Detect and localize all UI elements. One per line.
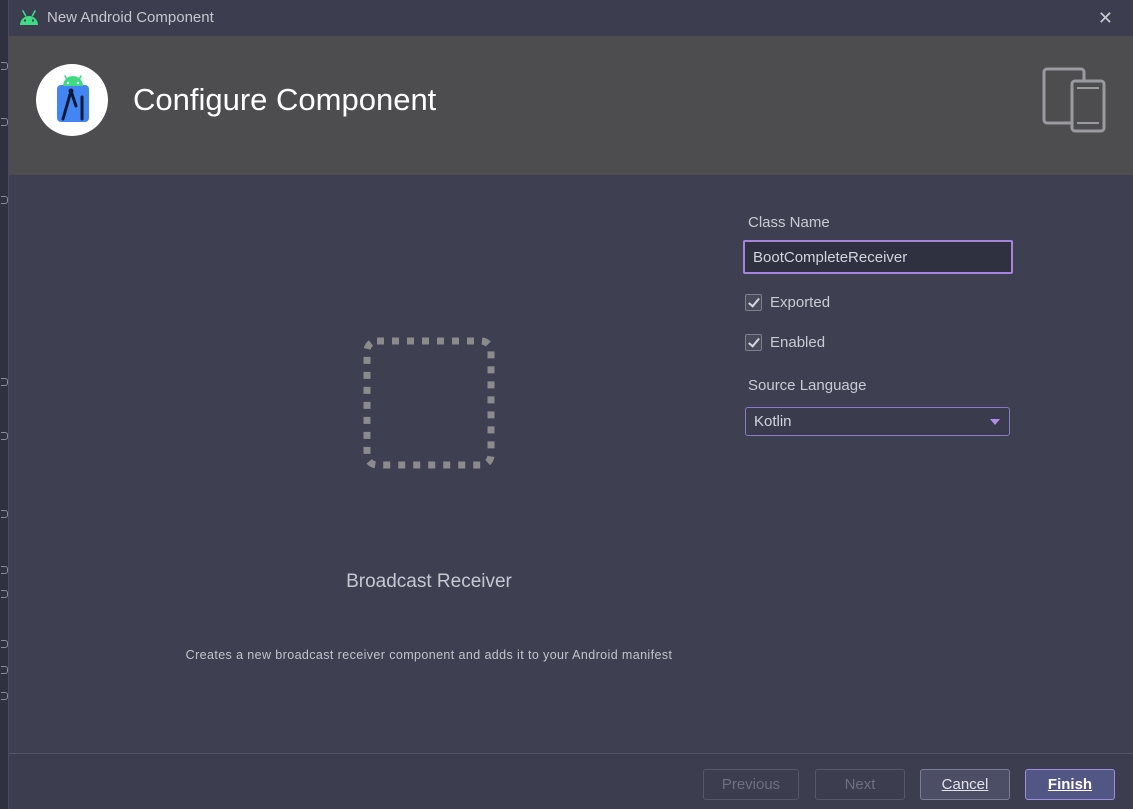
exported-checkbox[interactable] — [745, 294, 762, 311]
gutter-fold-marker — [1, 640, 8, 648]
gutter-fold-marker — [1, 566, 8, 574]
gutter-fold-marker — [1, 196, 8, 204]
header-banner: Configure Component — [9, 36, 1133, 175]
close-icon[interactable]: ✕ — [1098, 8, 1113, 29]
source-language-value: Kotlin — [754, 413, 792, 430]
source-language-select[interactable]: Kotlin — [745, 407, 1010, 436]
dialog-title: New Android Component — [47, 9, 214, 26]
enabled-label: Enabled — [770, 334, 826, 351]
source-language-label: Source Language — [748, 377, 867, 394]
gutter-fold-marker — [1, 378, 8, 386]
gutter-fold-marker — [1, 118, 8, 126]
exported-label: Exported — [770, 294, 831, 311]
previous-button[interactable]: Previous — [703, 769, 799, 800]
exported-checkbox-row[interactable]: Exported — [745, 294, 830, 311]
finish-button-label: Finish — [1047, 776, 1093, 793]
component-name: Broadcast Receiver — [346, 571, 512, 592]
android-icon — [20, 10, 38, 25]
class-name-label: Class Name — [748, 214, 830, 231]
gutter-fold-marker — [1, 692, 8, 700]
cancel-button[interactable]: Cancel — [920, 769, 1010, 800]
chevron-down-icon — [990, 419, 1000, 425]
finish-button[interactable]: Finish — [1025, 769, 1115, 800]
component-preview-placeholder-icon — [363, 337, 495, 469]
gutter-fold-marker — [1, 432, 8, 440]
dialog-content: Broadcast Receiver Creates a new broadca… — [9, 175, 1133, 753]
gutter-fold-marker — [1, 590, 8, 598]
phone-tablet-icon — [1042, 67, 1106, 133]
gutter-fold-marker — [1, 62, 8, 70]
gutter-fold-marker — [1, 666, 8, 674]
gutter-fold-marker — [1, 510, 8, 518]
dialog-footer: Previous Next Cancel Finish — [9, 753, 1133, 809]
class-name-input[interactable] — [743, 240, 1013, 274]
enabled-checkbox-row[interactable]: Enabled — [745, 334, 825, 351]
cancel-button-label: Cancel — [941, 776, 989, 793]
new-android-component-dialog: New Android Component ✕ Configure Compon… — [9, 0, 1133, 809]
background-editor-gutter — [0, 0, 9, 809]
component-description: Creates a new broadcast receiver compone… — [185, 648, 673, 662]
android-studio-logo-icon — [36, 64, 108, 136]
enabled-checkbox[interactable] — [745, 334, 762, 351]
page-title: Configure Component — [133, 82, 437, 117]
dialog-titlebar: New Android Component ✕ — [9, 0, 1133, 36]
next-button[interactable]: Next — [815, 769, 905, 800]
